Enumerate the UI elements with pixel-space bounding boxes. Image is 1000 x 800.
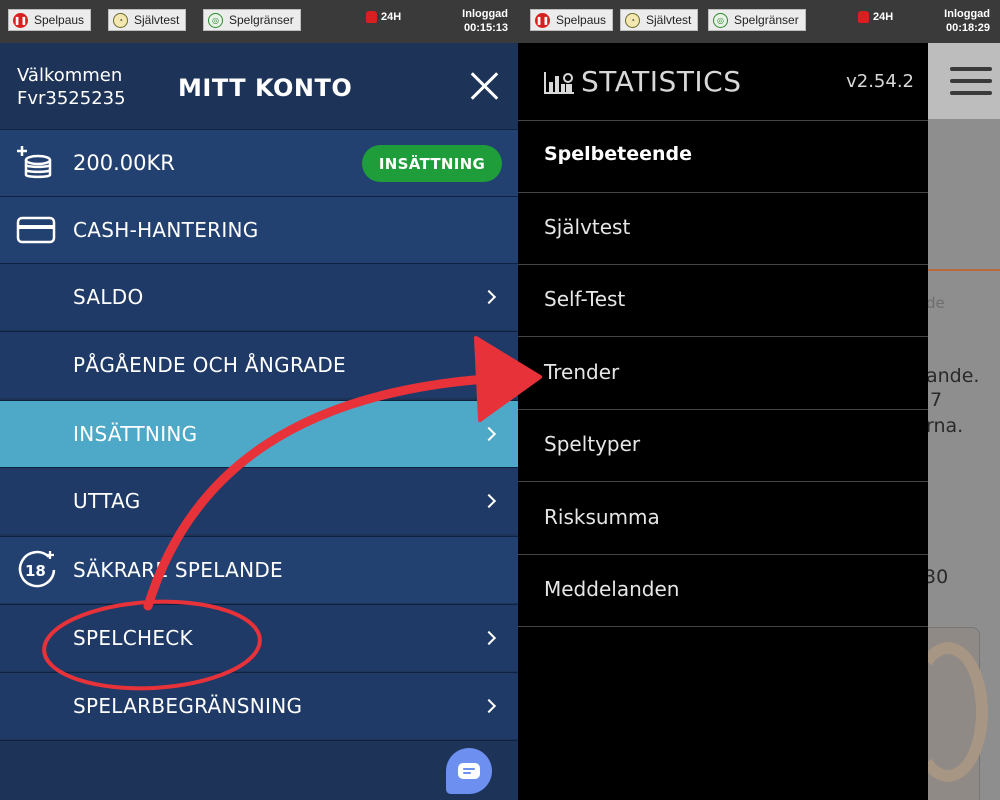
sjalvtest-button[interactable]: ◔ Självtest <box>108 9 187 31</box>
chevron-right-icon <box>481 630 497 646</box>
chevron-right-icon <box>481 289 497 305</box>
bar-chart-icon <box>544 72 574 94</box>
top-status-bar-left: ❚❚ Spelpaus ◔ Självtest ◎ Spelgränser 24… <box>0 0 518 43</box>
version-label: v2.54.2 <box>846 71 914 92</box>
spelpaus-button[interactable]: ❚❚ Spelpaus <box>530 9 614 31</box>
hamburger-menu-icon[interactable] <box>950 67 992 103</box>
statistics-title: STATISTICS <box>581 65 742 98</box>
stats-item-sjalvtest[interactable]: Självtest <box>518 193 928 265</box>
background-text: de <box>928 294 945 312</box>
limit-icon: ◎ <box>208 12 223 28</box>
menu-item-insattning[interactable]: INSÄTTNING <box>0 400 518 467</box>
menu-item-spelarbegransning[interactable]: SPELARBEGRÄNSNING <box>0 672 518 739</box>
gauge-icon: ◔ <box>625 12 640 28</box>
stats-item-risksumma[interactable]: Risksumma <box>518 483 928 555</box>
24h-indicator[interactable]: 24H <box>858 11 893 23</box>
menu-item-sakrare-spelande[interactable]: 18 SÄKRARE SPELANDE <box>0 536 518 603</box>
decorative-shape <box>928 642 988 782</box>
chevron-right-icon <box>481 698 497 714</box>
pause-icon: ❚❚ <box>535 12 550 28</box>
stats-item-trender[interactable]: Trender <box>518 338 928 410</box>
menu-item-uttag[interactable]: UTTAG <box>0 467 518 534</box>
login-timer: Inloggad 00:15:13 <box>462 8 508 34</box>
svg-text:18: 18 <box>25 562 46 580</box>
background-text: ande. <box>928 365 980 387</box>
account-menu: Välkommen Fvr3525235 MITT KONTO 200.00KR… <box>0 43 518 800</box>
menu-item-cash-hantering[interactable]: CASH-HANTERING <box>0 196 518 263</box>
stats-item-self-test[interactable]: Self-Test <box>518 265 928 337</box>
spelgranser-button[interactable]: ◎ Spelgränser <box>708 9 806 31</box>
limit-icon: ◎ <box>713 12 728 28</box>
page-title: MITT KONTO <box>178 74 353 102</box>
background-card <box>928 627 988 800</box>
sjalvtest-button[interactable]: ◔ Självtest <box>620 9 699 31</box>
chevron-right-icon <box>481 426 497 442</box>
background-text: 7 <box>930 389 943 411</box>
coins-icon <box>17 146 52 179</box>
chevron-right-icon <box>481 493 497 509</box>
menu-header: Välkommen Fvr3525235 MITT KONTO <box>0 43 518 129</box>
top-status-bar-right: ❚❚ Spelpaus ◔ Självtest ◎ Spelgränser 24… <box>518 0 1000 43</box>
menu-item-pagaende[interactable]: PÅGÅENDE OCH ÅNGRADE <box>0 331 518 398</box>
close-icon[interactable] <box>466 68 504 106</box>
statistics-header: STATISTICS v2.54.2 <box>518 43 928 121</box>
balance-row: 200.00KR INSÄTTNING <box>0 129 518 196</box>
pause-icon: ❚❚ <box>13 12 28 28</box>
divider <box>928 269 1000 271</box>
24h-indicator[interactable]: 24H <box>366 11 401 23</box>
welcome-text: Välkommen Fvr3525235 <box>17 65 126 109</box>
deposit-button[interactable]: INSÄTTNING <box>362 145 502 182</box>
hand-icon <box>366 11 377 23</box>
menu-item-spelcheck[interactable]: SPELCHECK <box>0 604 518 671</box>
stats-item-meddelanden[interactable]: Meddelanden <box>518 555 928 627</box>
chevron-right-icon <box>481 357 497 373</box>
background-header <box>928 43 1000 119</box>
chat-icon <box>458 763 480 779</box>
background-text: 30 <box>928 566 949 588</box>
gauge-icon: ◔ <box>113 12 128 28</box>
stats-item-spelbeteende[interactable]: Spelbeteende <box>518 121 928 193</box>
hand-icon <box>858 11 869 23</box>
balance-amount: 200.00KR <box>73 151 175 175</box>
statistics-panel: STATISTICS v2.54.2 Spelbeteende Självtes… <box>518 43 928 800</box>
background-page: de ande. 7 rna. 30 <box>928 43 1000 800</box>
spelpaus-button[interactable]: ❚❚ Spelpaus <box>8 9 92 31</box>
menu-item-saldo[interactable]: SALDO <box>0 263 518 330</box>
spelgranser-button[interactable]: ◎ Spelgränser <box>203 9 301 31</box>
age-18-icon: 18 <box>18 550 56 588</box>
stats-item-speltyper[interactable]: Speltyper <box>518 410 928 482</box>
card-icon <box>16 216 56 244</box>
login-timer: Inloggad 00:18:29 <box>944 8 990 34</box>
chat-button[interactable] <box>446 748 492 794</box>
background-text: rna. <box>928 415 964 437</box>
menu-footer <box>0 740 518 800</box>
